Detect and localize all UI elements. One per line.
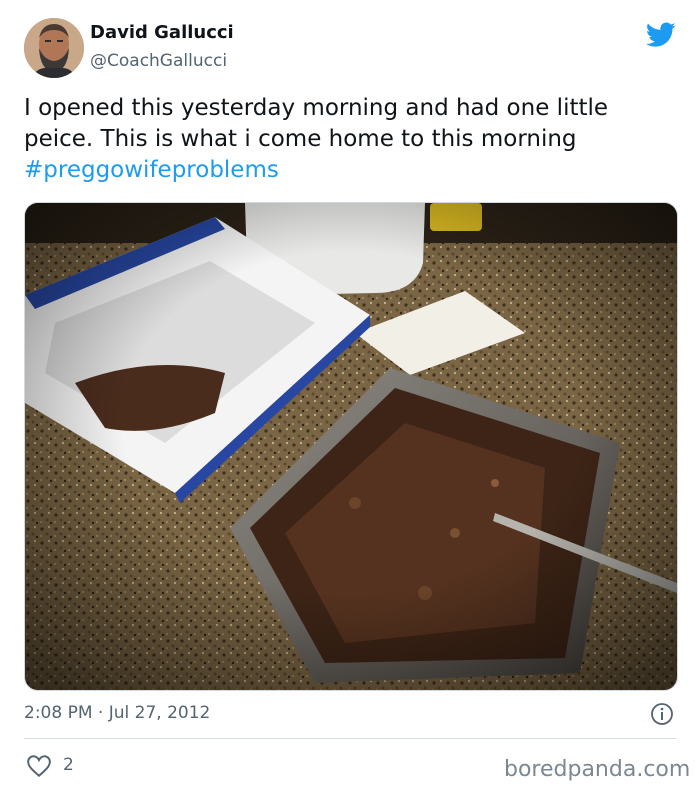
tweet-text: I opened this yesterday morning and had … (24, 93, 676, 186)
heart-icon[interactable] (26, 753, 52, 779)
avatar-image (24, 18, 84, 78)
author-handle[interactable]: @CoachGallucci (90, 51, 227, 71)
avatar[interactable] (24, 18, 84, 78)
like-count: 2 (63, 755, 74, 775)
twitter-bird-icon[interactable] (646, 22, 676, 48)
info-icon[interactable] (650, 702, 674, 726)
watermark: boredpanda.com (504, 757, 691, 782)
tweet-photo[interactable] (24, 202, 678, 691)
divider (24, 738, 676, 739)
tweet-body: I opened this yesterday morning and had … (24, 95, 609, 152)
tweet-timestamp[interactable]: 2:08 PM · Jul 27, 2012 (24, 703, 210, 723)
tweet-header: David Gallucci @CoachGallucci (24, 18, 676, 80)
cake-photo-illustration (25, 203, 677, 690)
author-name[interactable]: David Gallucci (90, 22, 234, 43)
hashtag-link[interactable]: #preggowifeproblems (24, 157, 279, 183)
